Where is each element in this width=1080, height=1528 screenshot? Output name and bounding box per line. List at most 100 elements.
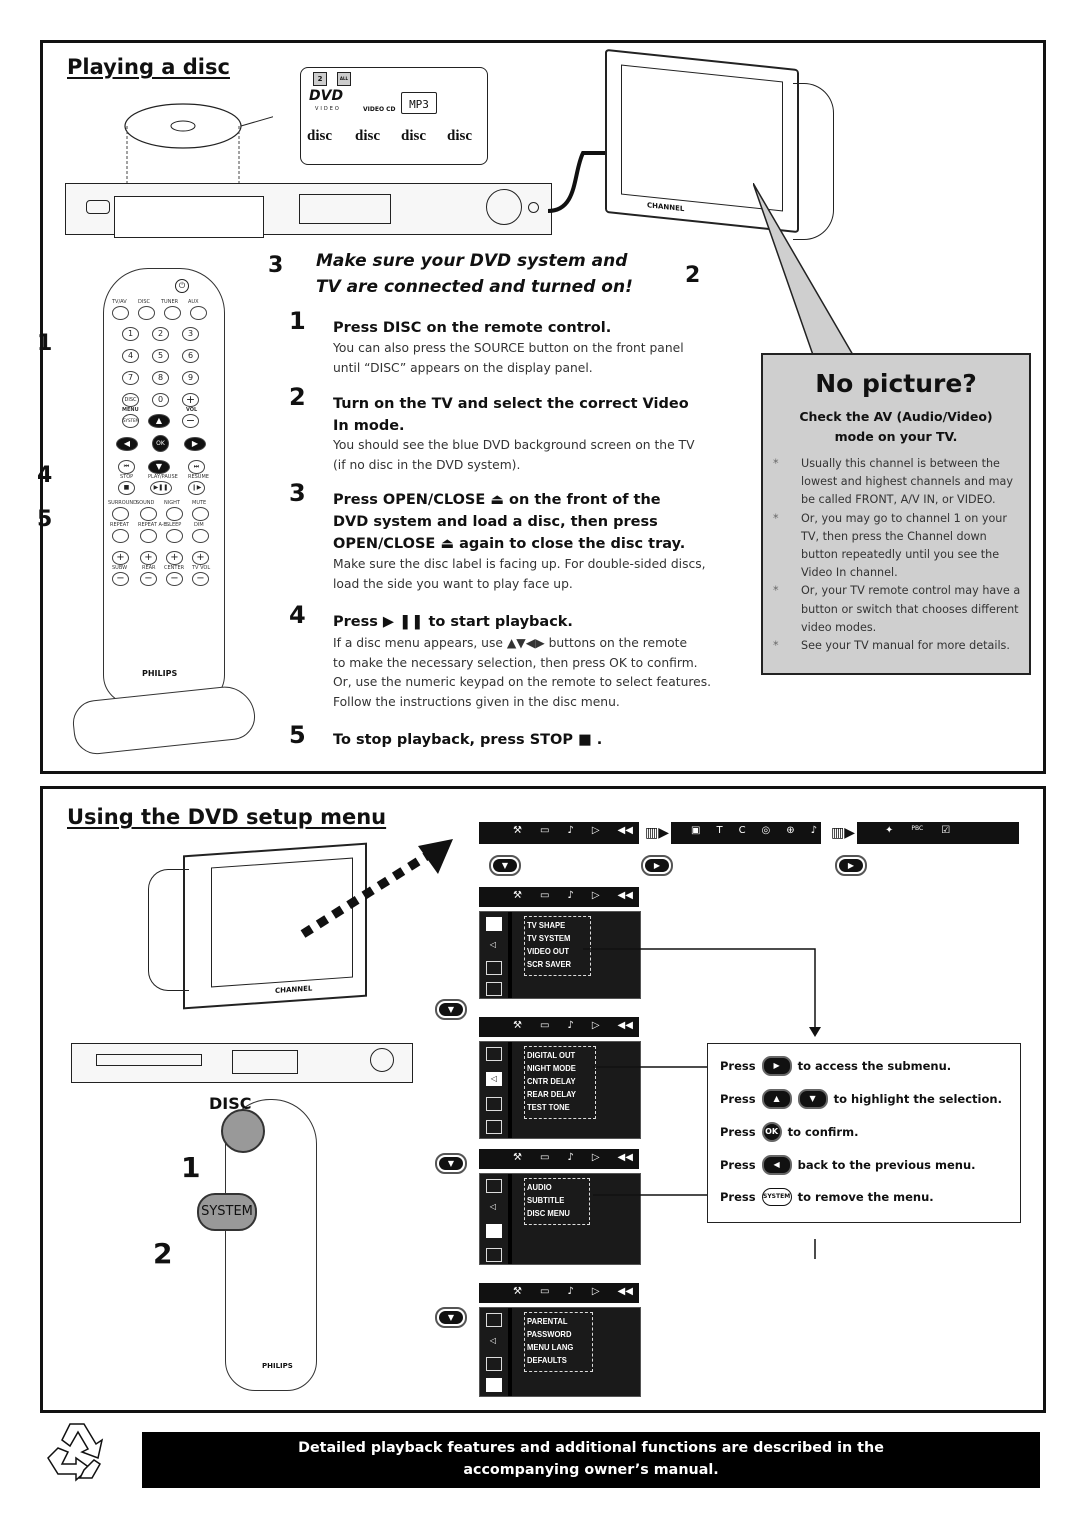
menu-item[interactable]: MENU LANG (527, 1341, 573, 1354)
down-arrow-button[interactable]: ▼ (797, 1089, 828, 1109)
vol-up-key[interactable]: + (182, 393, 199, 407)
subw-down-key[interactable]: − (112, 572, 129, 586)
left-arrow-button[interactable]: ◀ (761, 1155, 792, 1175)
up-arrow-key[interactable]: ▲ (148, 414, 170, 428)
menu-item[interactable]: DEFAULTS (527, 1354, 573, 1367)
menu-item[interactable]: TV SHAPE (527, 919, 571, 932)
tuner-key[interactable] (164, 306, 181, 320)
play-pause-key[interactable]: ▶❚❚ (150, 481, 172, 495)
menu-item[interactable]: TEST TONE (527, 1101, 576, 1114)
dim-key[interactable] (192, 529, 209, 543)
down-button-1[interactable]: ▼ (435, 999, 467, 1020)
nav-right-button[interactable]: ▶ (641, 855, 673, 876)
digit-key-4[interactable]: 4 (122, 349, 139, 363)
digit-key-7[interactable]: 7 (122, 371, 139, 385)
preference-page-icon[interactable] (486, 1120, 502, 1134)
ok-button[interactable]: OK (761, 1122, 782, 1142)
next-key[interactable]: ⏭ (188, 460, 205, 474)
audio-page-icon[interactable]: ◁ (486, 1335, 500, 1347)
video-page-icon[interactable] (486, 1179, 502, 1193)
rear-down-key[interactable]: − (140, 572, 157, 586)
menu-item[interactable]: SCR SAVER (527, 958, 571, 971)
language-page-icon[interactable] (486, 1357, 502, 1371)
stop-key[interactable]: ■ (118, 481, 135, 495)
mute-key[interactable] (192, 507, 209, 521)
power-button[interactable]: ⏻ (175, 279, 189, 293)
remote-callout-two: 2 (153, 1237, 173, 1270)
menu-item[interactable]: AUDIO (527, 1181, 570, 1194)
audio-icon: ♪ (567, 1286, 574, 1297)
language-page-icon[interactable] (486, 1224, 502, 1238)
digit-key-2[interactable]: 2 (152, 327, 169, 341)
language-page-icon[interactable] (486, 961, 502, 975)
step-2-title-line: Turn on the TV and select the correct Vi… (333, 396, 689, 412)
menu-item[interactable]: DIGITAL OUT (527, 1049, 576, 1062)
down-arrow-key[interactable]: ▼ (148, 460, 170, 474)
menu-item[interactable]: REAR DELAY (527, 1088, 576, 1101)
sound-key[interactable] (140, 507, 157, 521)
audio-page-icon[interactable]: ◁ (486, 1201, 500, 1213)
tvvol-up-key[interactable]: + (192, 551, 209, 565)
language-page-icon[interactable] (486, 1097, 502, 1111)
digit-key-3[interactable]: 3 (182, 327, 199, 341)
ok-key[interactable]: OK (152, 435, 169, 452)
no-picture-box: No picture? Check the AV (Audio/Video) m… (761, 353, 1031, 675)
sleep-key[interactable] (166, 529, 183, 543)
digit-key-0[interactable]: 0 (152, 393, 169, 407)
audio-page-icon[interactable]: ◁ (486, 1072, 502, 1086)
rear-up-key[interactable]: + (140, 551, 157, 565)
center-up-key[interactable]: + (166, 551, 183, 565)
digit-key-9[interactable]: 9 (182, 371, 199, 385)
step-4-body-line: to make the necessary selection, then pr… (333, 655, 698, 670)
video-page-icon[interactable] (486, 917, 502, 931)
tvav-key[interactable] (112, 306, 129, 320)
menu-item[interactable]: NIGHT MODE (527, 1062, 576, 1075)
video-page-icon[interactable] (486, 1313, 502, 1327)
subw-up-key[interactable]: + (112, 551, 129, 565)
repeat-ab-key[interactable] (140, 529, 157, 543)
digit-key-5[interactable]: 5 (152, 349, 169, 363)
system-key[interactable]: SYSTEM (122, 414, 139, 428)
menu-item[interactable]: CNTR DELAY (527, 1075, 576, 1088)
tvvol-down-key[interactable]: − (192, 572, 209, 586)
left-arrow-key[interactable]: ◀ (116, 437, 138, 451)
menu-item[interactable]: PARENTAL (527, 1315, 573, 1328)
preference-page-icon[interactable] (486, 1378, 502, 1392)
right-arrow-button[interactable]: ▶ (761, 1056, 792, 1076)
menu-item[interactable]: SUBTITLE (527, 1194, 570, 1207)
volume-knob[interactable] (486, 189, 522, 225)
right-arrow-key[interactable]: ▶ (184, 437, 206, 451)
menu-item[interactable]: PASSWORD (527, 1328, 573, 1341)
repeat-key[interactable] (112, 529, 129, 543)
preference-page-icon[interactable] (486, 1248, 502, 1262)
down-button-3[interactable]: ▼ (435, 1307, 467, 1328)
nav-right-button-2[interactable]: ▶ (835, 855, 867, 876)
prev-key[interactable]: ⏮ (118, 460, 135, 474)
vol-down-key[interactable]: − (182, 414, 199, 428)
up-arrow-button[interactable]: ▲ (761, 1089, 792, 1109)
subtitle-icon: ▭ (539, 890, 550, 901)
preference-page-icon[interactable] (486, 982, 502, 996)
digit-key-8[interactable]: 8 (152, 371, 169, 385)
center-down-key[interactable]: − (166, 572, 183, 586)
system-button[interactable]: SYSTEM (761, 1188, 792, 1206)
menu-item[interactable]: VIDEO OUT (527, 945, 571, 958)
disc-button-highlight[interactable] (221, 1109, 265, 1153)
disc-menu-key[interactable]: DISC (122, 393, 139, 407)
surround-key[interactable] (112, 507, 129, 521)
down-button-2[interactable]: ▼ (435, 1153, 467, 1174)
disc-key[interactable] (138, 306, 155, 320)
menu-item[interactable]: DISC MENU (527, 1207, 570, 1220)
menu-item[interactable]: TV SYSTEM (527, 932, 571, 945)
system-button-highlight[interactable]: SYSTEM (197, 1193, 257, 1231)
open-close-button[interactable] (86, 200, 110, 214)
digit-key-6[interactable]: 6 (182, 349, 199, 363)
aux-key[interactable] (190, 306, 207, 320)
volume-knob-2[interactable] (370, 1048, 394, 1072)
nav-down-button[interactable]: ▼ (489, 855, 521, 876)
audio-page-icon[interactable]: ◁ (486, 939, 500, 951)
resume-key[interactable]: ❙▶ (188, 481, 205, 495)
night-key[interactable] (166, 507, 183, 521)
video-page-icon[interactable] (486, 1047, 502, 1061)
digit-key-1[interactable]: 1 (122, 327, 139, 341)
